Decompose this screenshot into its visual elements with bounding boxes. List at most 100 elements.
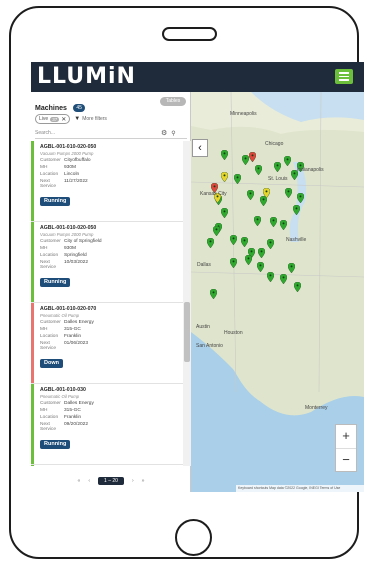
first-page-button[interactable]: « [78, 478, 81, 484]
map-pin[interactable] [220, 172, 228, 182]
status-stripe [31, 222, 34, 302]
map-pin[interactable] [262, 188, 270, 198]
map-pin[interactable] [293, 282, 301, 292]
mh-label: MH [40, 327, 48, 332]
map-city-label: Kansas City [200, 191, 227, 197]
map-pin[interactable] [209, 289, 217, 299]
machine-card[interactable]: AGBL-001-010-030-010 [31, 465, 183, 466]
customer-label: Customer [40, 320, 61, 325]
map-attribution: Keyboard shortcuts Map data ©2022 Google… [236, 485, 364, 492]
machine-card[interactable]: AGBL-001-010-020-070 Pneumatic Oil Pump … [31, 303, 183, 384]
zoom-in-button[interactable]: + [336, 425, 356, 449]
map-pin[interactable] [287, 263, 295, 273]
funnel-icon: ▼ [74, 116, 81, 122]
machine-card[interactable]: AGBL-001-010-020-050 Vacuum Pumps 2000 P… [31, 141, 183, 222]
map-pin[interactable] [246, 190, 254, 200]
status-stripe [31, 384, 34, 464]
map-pin[interactable] [266, 239, 274, 249]
zoom-out-button[interactable]: − [336, 449, 356, 473]
map-pin[interactable] [220, 150, 228, 160]
next-service-label: Next Service [40, 422, 56, 432]
map-pin[interactable] [283, 156, 291, 166]
status-stripe [31, 465, 34, 466]
location-label: Location [40, 415, 59, 420]
map-pin[interactable] [254, 165, 262, 175]
map-pin[interactable] [229, 235, 237, 245]
map-pin[interactable] [256, 262, 264, 272]
map-pin[interactable] [273, 162, 281, 172]
map-pin[interactable] [206, 238, 214, 248]
map-pin[interactable] [269, 217, 277, 227]
map-city-label: St. Louis [268, 176, 288, 182]
customer-value: Dalles Energy [64, 401, 94, 406]
chevron-left-icon[interactable]: ‹ [192, 139, 208, 157]
customer-value: Dalles Energy [64, 320, 94, 325]
tables-toggle[interactable]: Tables [160, 97, 186, 106]
hamburger-menu-icon[interactable] [335, 69, 353, 84]
location-value: Franklin [64, 415, 82, 420]
map-pin[interactable] [279, 220, 287, 230]
app-header: LLUMiN [31, 62, 364, 92]
location-label: Location [40, 253, 59, 258]
app-logo[interactable]: LLUMiN [37, 62, 136, 92]
mh-value: 930M [64, 246, 76, 251]
map-pin[interactable] [220, 208, 228, 218]
map-city-label: Dallas [197, 262, 211, 268]
map-pin[interactable] [253, 216, 261, 226]
mh-value: 315-GC [64, 327, 81, 332]
machine-list: AGBL-001-010-020-050 Vacuum Pumps 2000 P… [31, 141, 183, 466]
current-page[interactable]: 1 – 20 [98, 477, 124, 485]
location-value: Franklin [64, 334, 82, 339]
prev-page-button[interactable]: ‹ [88, 478, 90, 484]
next-service-value: 09/20/2022 [64, 422, 89, 427]
map-pin[interactable] [284, 188, 292, 198]
search-input[interactable] [35, 128, 155, 138]
last-page-button[interactable]: » [142, 478, 145, 484]
map-city-label: Monterrey [305, 405, 328, 411]
machine-count-badge: 45 [73, 104, 85, 112]
map-city-label: Houston [224, 330, 243, 336]
status-stripe [31, 141, 34, 221]
next-service-value: 10/03/2022 [64, 260, 89, 265]
live-filter-chip[interactable]: Live 37 ✕ [35, 114, 71, 124]
map-pin[interactable] [292, 205, 300, 215]
map-pin[interactable] [266, 272, 274, 282]
tablet-home-button[interactable] [175, 519, 212, 556]
customer-value: Cityofbuffalo [64, 158, 91, 163]
tablet-speaker [162, 27, 217, 41]
status-badge: Down [40, 359, 63, 368]
map-city-label: Austin [196, 324, 210, 330]
chip-count: 37 [50, 116, 60, 122]
machine-card[interactable]: AGBL-001-010-030 Pneumatic Oil Pump Cust… [31, 384, 183, 465]
gear-icon[interactable]: ⚙ [161, 129, 167, 137]
map-pin[interactable] [233, 174, 241, 184]
search-icon[interactable]: ⚲ [171, 130, 175, 137]
scrollbar-thumb[interactable] [184, 302, 190, 362]
next-page-button[interactable]: › [132, 478, 134, 484]
map-pin[interactable] [240, 237, 248, 247]
map-city-label: Indianapolis [297, 167, 324, 173]
next-service-value: 01/06/2023 [64, 341, 89, 346]
map-pin[interactable] [257, 248, 265, 258]
location-label: Location [40, 172, 59, 177]
more-filters-label: More filters [82, 116, 107, 122]
mh-value: 315-GC [64, 408, 81, 413]
map-pin[interactable] [296, 193, 304, 203]
panel-title: Machines [35, 105, 67, 112]
map-pin[interactable] [244, 255, 252, 265]
map-pin[interactable] [279, 274, 287, 284]
machine-card[interactable]: AGBL-001-010-020-050 Vacuum Pumps 2000 P… [31, 222, 183, 303]
customer-label: Customer [40, 158, 61, 163]
map-pin[interactable] [229, 258, 237, 268]
map-city-label: Nashville [286, 237, 307, 243]
location-value: Springfield [64, 253, 87, 258]
map-pin[interactable] [241, 155, 249, 165]
close-icon[interactable]: ✕ [61, 116, 66, 123]
map-pin[interactable] [212, 226, 220, 236]
map-pin[interactable] [248, 152, 256, 162]
status-badge: Running [40, 440, 71, 449]
more-filters-button[interactable]: ▼ More filters [74, 116, 107, 122]
next-service-value: 11/27/2022 [64, 179, 88, 184]
zoom-control: + − [335, 424, 357, 472]
mh-label: MH [40, 408, 48, 413]
